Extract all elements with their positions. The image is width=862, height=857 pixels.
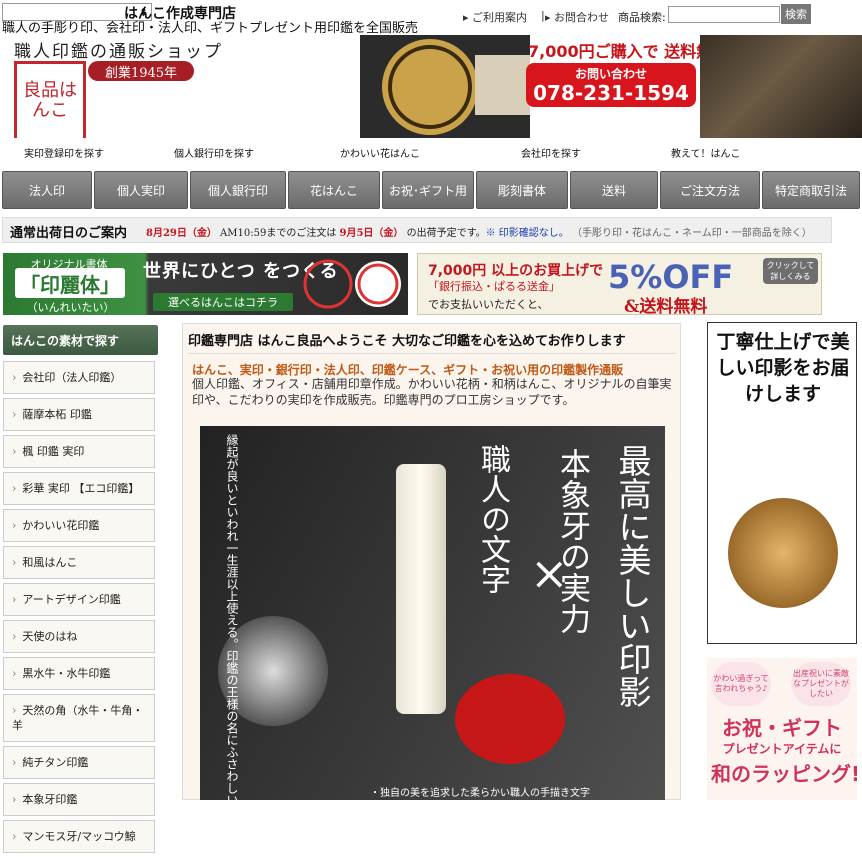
hero-best-text: 最高に美しい印影 [613,444,652,708]
discount-amount: 7,000円 以上のお買上げで [428,263,604,279]
quality-banner[interactable]: 丁寧仕上げで美しい印影をお届けします [707,322,857,644]
discount-click-badge: クリックして詳しくみる [763,258,818,284]
discount-rate: 5%OFF [608,258,734,296]
gift-subtitle: プレゼントアイテムに [722,742,842,756]
sidebar-item-horn[interactable]: 天然の角（水牛・牛角・羊 [3,694,155,742]
sidebar-item-angel[interactable]: 天使のはね [3,620,155,653]
welcome-body: 個人印鑑、オフィス・店舗用印章作成。かわいい花柄・和柄はんこ、オリジナルの自筆実… [192,377,672,407]
stamp-samples [303,259,401,309]
nav-corporate-seal[interactable]: 法人印 [2,171,92,209]
order-date: 8月29日（金） [146,228,217,239]
nav-legal[interactable]: 特定商取引法 [762,171,860,209]
sidebar-item-art[interactable]: アートデザイン印鑑 [3,583,155,616]
sidebar-item-mammoth[interactable]: マンモス牙/マッコウ鯨 [3,820,155,853]
nav-order-method[interactable]: ご注文方法 [660,171,760,209]
hero-ivory-text: 本象牙の実力 [554,448,590,634]
shipping-after-text: の出荷予定です。 [403,228,486,239]
sidebar-item-flower[interactable]: かわいい花印鑑 [3,509,155,542]
phone-number: 078-231-1594 [533,81,689,105]
site-tagline: 職人の手彫り印、会社印・法人印、ギフトプレゼント用印鑑を全国販売 [2,21,419,36]
shipping-note: ※ 印影確認なし。 [485,228,569,239]
quality-text: 丁寧仕上げで美しい印影をお届けします [716,331,850,405]
discount-free-shipping: &送料無料 [624,297,708,315]
gift-title: お祝・ギフト [722,716,842,740]
discount-banner[interactable]: 7,000円 以上のお買上げで 「銀行振込・ぱるる送金」 でお支払いいただくと、… [417,253,822,315]
search-button[interactable]: 検索 [781,4,811,24]
shop-name: 職人印鑑の通販ショップ [14,42,223,62]
divider [188,353,676,354]
free-shipping-promo: 7,000円ご購入で 送料無料 [528,42,729,61]
contact-label: お問い合わせ [574,67,647,81]
sidebar-item-kaede[interactable]: 楓 印鑑 実印 [3,435,155,468]
shop-logo[interactable]: 良品はんこ [14,61,86,138]
sidebar-item-buffalo[interactable]: 黒水牛・水牛印鑑 [3,657,155,690]
craftsman-photo [700,35,862,138]
sidebar-list: 会社印（法人印鑑） 薩摩本柘 印鑑 楓 印鑑 実印 彩華 実印 【エコ印鑑】 か… [3,361,155,857]
ivory-seal-image [396,464,446,714]
gift-bubble-cute: かわい過ぎって言われちゃう♪ [711,662,771,706]
ship-date: 9月5日（金） [339,228,404,239]
sidebar-item-wafu[interactable]: 和風はんこ [3,546,155,579]
quick-link-company[interactable]: 会社印を探す [521,145,581,160]
red-stamp-image [455,674,565,764]
nav-bank-seal[interactable]: 個人銀行印 [190,171,286,209]
discount-payment: 「銀行振込・ぱるる送金」 [428,280,560,293]
seal-photo [728,498,838,608]
search-label: 商品検索: [618,11,666,24]
contact-box[interactable]: お問い合わせ 078-231-1594 [526,63,696,107]
reitai-name: 「印麗体」 [15,268,125,298]
reitai-font-banner[interactable]: オリジナル書体 「印麗体」 （いんれいたい） 世界にひとつ をつくる 選べるはん… [3,253,408,315]
sidebar-item-company[interactable]: 会社印（法人印鑑） [3,361,155,394]
sidebar-heading: はんこの素材で探す [3,325,158,355]
nav-flower-seal[interactable]: 花はんこ [288,171,380,209]
shipping-scope: （手彫り印・花はんこ・ネーム印・一部商品を除く） [572,228,812,239]
nav-personal-seal[interactable]: 個人実印 [94,171,188,209]
main-nav: 法人印 個人実印 個人銀行印 花はんこ お祝･ギフト用 彫刻書体 送料 ご注文方… [2,171,860,209]
usage-guide-link[interactable]: ▸ ご利用案内 [463,9,527,25]
contact-link[interactable]: ▸ お問合わせ [545,9,609,25]
welcome-heading: 印鑑専門店 はんこ良品へようこそ 大切なご印鑑を心を込めてお作りします [188,334,626,349]
nav-fonts[interactable]: 彫刻書体 [476,171,568,209]
quick-link-jitsuin[interactable]: 実印登録印を探す [24,145,104,160]
hero-description: 縁起が良いといわれ一生涯以上使える。印鑑の王様の名にふさわしい存在感とぴたりと転… [224,434,239,800]
gift-banner[interactable]: かわい過ぎって言われちゃう♪ 出産祝いに素敵なプレゼントがしたい お祝・ギフト … [707,658,857,800]
reitai-reading: （いんれいたい） [26,301,115,314]
shipping-mid-text: AM10:59までのご注文は [216,228,340,239]
sidebar-item-satsuma[interactable]: 薩摩本柘 印鑑 [3,398,155,431]
shipping-title: 通常出荷日のご案内 [10,226,128,241]
gift-wrapping: 和のラッピング! [711,762,857,786]
founded-badge: 創業1945年 [88,61,194,81]
gift-bubble-birth: 出産祝いに素敵なプレゼントがしたい [791,662,851,706]
nav-gift[interactable]: お祝･ギフト用 [382,171,474,209]
discount-condition: でお支払いいただくと、 [428,298,549,311]
quick-link-faq[interactable]: 教えて！はんこ [671,145,741,160]
triangle-icon: ▸ [545,11,555,24]
shipping-info: 8月29日（金） AM10:59までのご注文は 9月5日（金） の出荷予定です。… [146,224,812,239]
search-input[interactable] [668,6,780,23]
triangle-icon: ▸ [463,11,473,24]
quick-link-flower[interactable]: かわいい花はんこ [340,145,420,160]
quick-link-bank[interactable]: 個人銀行印を探す [174,145,254,160]
hero-banner[interactable]: 縁起が良いといわれ一生涯以上使える。印鑑の王様の名にふさわしい存在感とぴたりと転… [200,426,665,800]
reitai-cta: 選べるはんこはコチラ [153,293,293,311]
hero-cross: × [530,546,569,600]
stamp-illustration [360,35,530,138]
hero-caption: ・独自の美を追求した柔らかい職人の手描き文字 [370,788,590,799]
sidebar-item-saika[interactable]: 彩華 実印 【エコ印鑑】 [3,472,155,505]
nav-shipping[interactable]: 送料 [570,171,658,209]
header-banner: 職人印鑑の通販ショップ 良品はんこ 創業1945年 7,000円ご購入で 送料無… [0,35,862,138]
sidebar-item-titanium[interactable]: 純チタン印鑑 [3,746,155,779]
hero-craft-text: 職人の文字 [475,444,510,594]
